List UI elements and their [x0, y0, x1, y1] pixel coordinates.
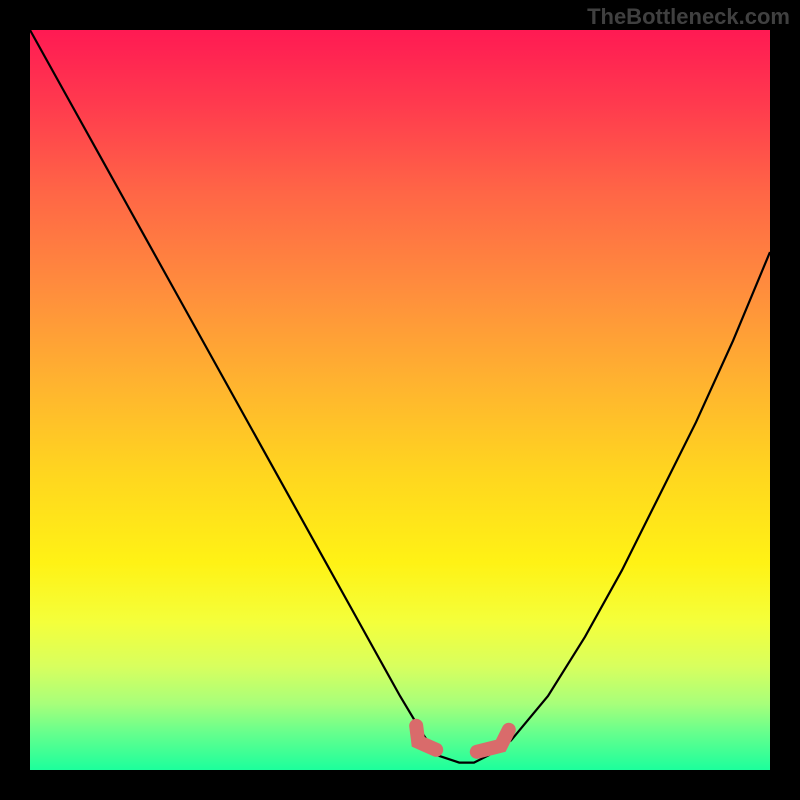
bottleneck-curve-svg [30, 30, 770, 770]
trough-marker-left [416, 726, 436, 750]
watermark-text: TheBottleneck.com [587, 4, 790, 30]
bottleneck-curve-line [30, 30, 770, 763]
chart-plot-area [30, 30, 770, 770]
trough-marker-right [477, 730, 509, 752]
